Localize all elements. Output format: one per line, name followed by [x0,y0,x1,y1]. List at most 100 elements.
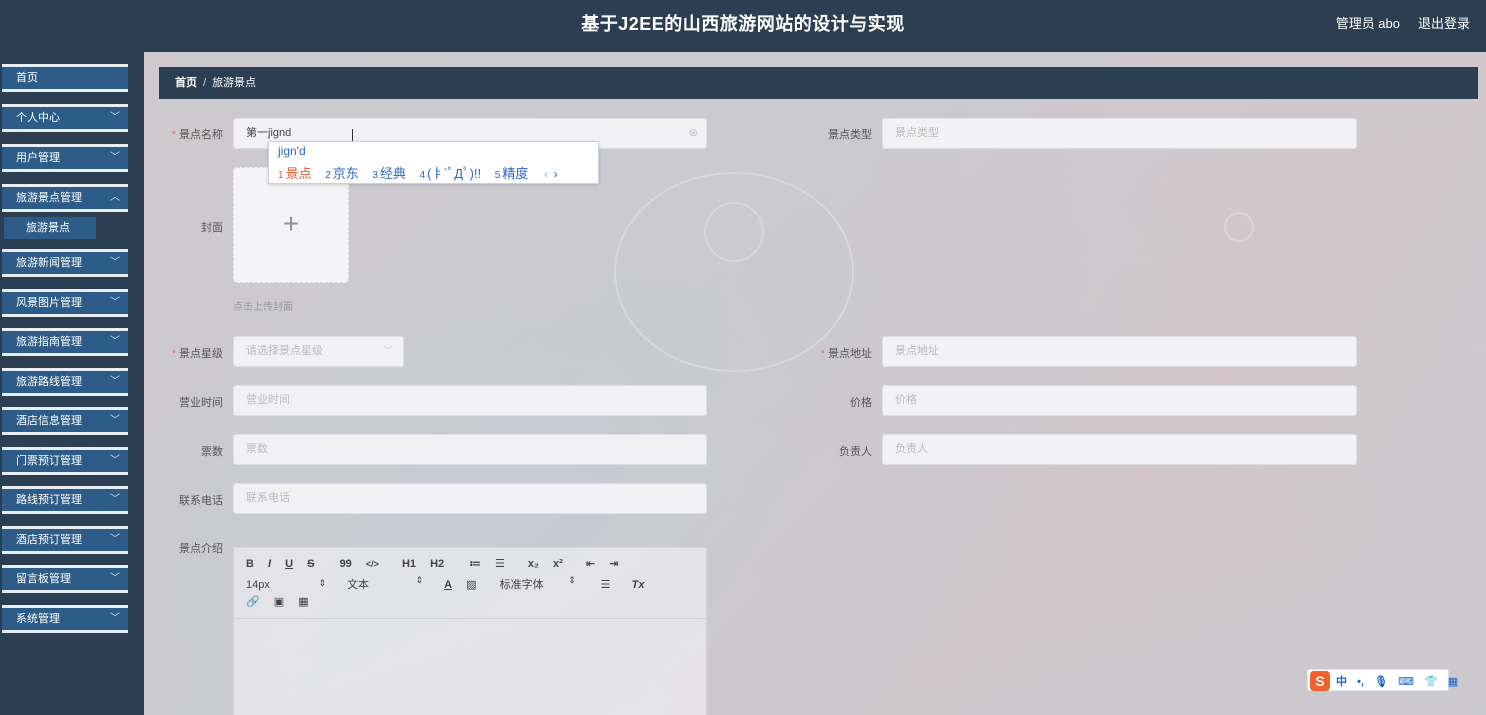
subscript-button[interactable]: x₂ [528,558,539,570]
ime-candidate[interactable]: 3 经典 [372,166,406,181]
updown-icon: ⇕ [318,578,326,588]
toolbar-row: 14px ⇕ 文本 ⇕ A ▨ 标准字体 ⇕ ☰ Tx [246,575,655,592]
breadcrumb-current: 旅游景点 [212,77,257,89]
heading2-button[interactable]: H2 [430,558,444,570]
sidebar-subitem-scenic-spot[interactable]: 旅游景点 [4,217,96,239]
sidebar-item-label: 酒店信息管理 [16,415,82,427]
phone-input[interactable]: 联系电话 [233,483,707,514]
tickets-input[interactable]: 票数 [233,434,707,465]
microphone-icon[interactable]: 🎙 [1374,676,1388,688]
sidebar-item-scenic-spots[interactable]: 旅游景点管理 ︿ [2,184,128,212]
underline-button[interactable]: U [285,558,293,570]
align-button[interactable]: ☰ [601,578,611,591]
keyboard-icon[interactable]: ⌨ [1398,676,1414,688]
sidebar-item-ticket-bookings[interactable]: 门票预订管理 ﹀ [2,447,128,475]
strike-button[interactable]: S [307,558,314,570]
sogou-logo-icon[interactable]: S [1310,671,1330,691]
superscript-button[interactable]: x² [553,558,563,570]
top-header: 基于J2EE的山西旅游网站的设计与实现 管理员 abo 退出登录 [0,0,1486,52]
sidebar-item-label: 个人中心 [16,112,60,124]
admin-user-label: 管理员 abo [1335,16,1400,31]
sidebar-item-home[interactable]: 首页 [2,64,128,92]
name-label: * 景点名称 [171,129,223,141]
chevron-down-icon: ﹀ [110,112,120,123]
phone-label: 联系电话 [179,495,223,507]
sidebar-item-users[interactable]: 用户管理 ﹀ [2,144,128,172]
indent-button[interactable]: ⇥ [609,557,618,570]
link-icon[interactable]: 🔗 [246,595,260,608]
background-color-button[interactable]: ▨ [466,578,476,591]
chevron-down-icon: ﹀ [110,613,120,624]
image-icon[interactable]: ▣ [274,595,284,608]
manager-input[interactable]: 负责人 [882,434,1357,465]
ime-candidate[interactable]: 2 京东 [325,166,359,181]
sidebar-item-personal-center[interactable]: 个人中心 ﹀ [2,104,128,132]
ime-candidates: 1 景点 2 京东 3 经典 4 (ㅑ`ﾟДﾟ)!! 5 精度 ‹ › [278,163,558,182]
plus-icon: + [282,208,300,239]
italic-button[interactable]: I [268,558,271,570]
sidebar-item-label: 旅游路线管理 [16,376,82,388]
sidebar-item-route-bookings[interactable]: 路线预订管理 ﹀ [2,486,128,514]
sidebar-item-label: 系统管理 [16,613,60,625]
chevron-down-icon: ﹀ [110,534,120,545]
intro-editor: B I U S 99 </> H1 H2 ≔ ☰ x₂ x² ⇤ ⇥ 14px ⇕… [233,547,707,715]
price-input[interactable]: 价格 [882,385,1357,416]
sidebar-item-label: 风景图片管理 [16,297,82,309]
ime-candidate[interactable]: 4 (ㅑ`ﾟДﾟ)!! [420,166,482,181]
bullet-list-button[interactable]: ☰ [495,557,505,570]
chevron-down-icon: ﹀ [383,346,393,357]
tickets-label: 票数 [201,446,223,458]
sidebar-item-news[interactable]: 旅游新闻管理 ﹀ [2,249,128,277]
breadcrumb-separator: / [203,77,207,89]
chevron-down-icon: ﹀ [110,415,120,426]
font-size-select[interactable]: 14px ⇕ [246,578,326,591]
toolbox-icon[interactable]: ▦ [1448,676,1458,688]
sidebar-item-system[interactable]: 系统管理 ﹀ [2,605,128,633]
code-block-button[interactable]: </> [366,559,379,569]
sidebar-item-hotel-bookings[interactable]: 酒店预订管理 ﹀ [2,526,128,554]
clear-icon[interactable]: ⊗ [689,119,698,148]
chinese-mode-icon[interactable]: 中 [1336,676,1347,688]
ordered-list-button[interactable]: ≔ [469,557,481,570]
address-input[interactable]: 景点地址 [882,336,1357,367]
ime-candidate[interactable]: 1 景点 [278,166,312,181]
sidebar-item-message-board[interactable]: 留言板管理 ﹀ [2,565,128,593]
font-color-button[interactable]: A [444,579,452,591]
sidebar-item-label: 门票预订管理 [16,455,82,467]
video-icon[interactable]: ▦ [298,595,308,608]
cover-upload[interactable]: + [233,167,349,283]
chevron-down-icon: ﹀ [110,455,120,466]
sidebar-item-label: 路线预订管理 [16,494,82,506]
logout-link[interactable]: 退出登录 [1418,13,1470,32]
sidebar-item-label: 旅游景点管理 [16,192,82,204]
bold-button[interactable]: B [246,558,254,570]
type-input[interactable]: 景点类型 [882,118,1357,149]
sidebar-item-photos[interactable]: 风景图片管理 ﹀ [2,289,128,317]
star-select[interactable]: 请选择景点星级 ﹀ [233,336,404,367]
ime-prev-icon[interactable]: ‹ [544,167,548,181]
chevron-down-icon: ﹀ [110,297,120,308]
blockquote-button[interactable]: 99 [340,558,352,570]
editor-toolbar: B I U S 99 </> H1 H2 ≔ ☰ x₂ x² ⇤ ⇥ 14px ⇕… [234,548,706,619]
sidebar-item-hotels[interactable]: 酒店信息管理 ﹀ [2,407,128,435]
ime-candidate[interactable]: 5 精度 [495,166,529,181]
star-label: * 景点星级 [171,348,223,360]
sidebar-item-guides[interactable]: 旅游指南管理 ﹀ [2,328,128,356]
text-style-select[interactable]: 文本 ⇕ [347,575,423,592]
heading1-button[interactable]: H1 [402,558,416,570]
sidebar-item-label: 留言板管理 [16,573,71,585]
breadcrumb-home[interactable]: 首页 [175,77,197,89]
hours-input[interactable]: 营业时间 [233,385,707,416]
skin-icon[interactable]: 👕 [1424,676,1438,688]
ime-next-icon[interactable]: › [554,167,558,181]
outdent-button[interactable]: ⇤ [586,557,595,570]
sidebar-item-label: 酒店预订管理 [16,534,82,546]
punctuation-icon[interactable]: •, [1357,676,1364,688]
clear-format-button[interactable]: Tx [632,579,645,591]
chevron-down-icon: ﹀ [110,336,120,347]
text-cursor-icon [352,129,353,141]
font-family-select[interactable]: 标准字体 ⇕ [500,575,576,592]
site-title: 基于J2EE的山西旅游网站的设计与实现 [581,14,905,34]
type-label: 景点类型 [828,129,872,141]
sidebar-item-routes[interactable]: 旅游路线管理 ﹀ [2,368,128,396]
